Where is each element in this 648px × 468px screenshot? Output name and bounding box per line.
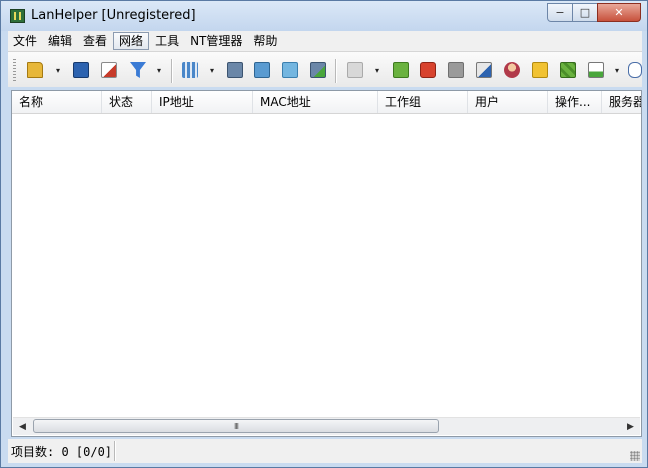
export-button[interactable] [586, 60, 606, 80]
toolbar-grip[interactable] [13, 59, 16, 81]
caption-buttons: − □ ✕ [547, 3, 641, 23]
wake-on-lan-button[interactable] [391, 60, 411, 80]
menu-tools[interactable]: 工具 [150, 32, 184, 50]
horizontal-scrollbar[interactable]: ◀ III ▶ [13, 417, 640, 435]
export-dropdown-arrow[interactable]: ▾ [612, 60, 622, 80]
remote-button[interactable] [446, 60, 466, 80]
column-header-workgroup[interactable]: 工作组 [378, 91, 468, 113]
open-dropdown-arrow[interactable]: ▾ [53, 60, 63, 80]
window-title: LanHelper [Unregistered] [31, 8, 196, 23]
restore-button[interactable]: □ [572, 3, 598, 22]
toolbar-separator [335, 59, 337, 83]
toolbar: ▾ ▾ ▾ ▾ ▾ [8, 51, 642, 87]
item-count: 项目数: 0 [0/0] [11, 445, 113, 459]
menu-help[interactable]: 帮助 [248, 32, 282, 50]
workgroup-button[interactable] [280, 60, 300, 80]
menu-network[interactable]: 网络 [113, 32, 150, 50]
delete-document-icon [101, 62, 117, 78]
column-header-ip[interactable]: IP地址 [152, 91, 253, 113]
user-button[interactable] [502, 60, 522, 80]
workgroup-icon [282, 62, 298, 78]
app-window: LanHelper [Unregistered] − □ ✕ 文件 编辑 查看 … [0, 0, 648, 468]
properties-dropdown-arrow[interactable]: ▾ [372, 60, 382, 80]
scrollbar-thumb[interactable]: III [33, 419, 439, 433]
shared-folder-icon [532, 62, 548, 78]
column-header-user[interactable]: 用户 [468, 91, 548, 113]
menu-nt-manager[interactable]: NT管理器 [185, 32, 247, 50]
computers-button[interactable] [252, 60, 272, 80]
computer-button[interactable] [225, 60, 245, 80]
document-properties-icon [347, 62, 363, 78]
scroll-right-arrow[interactable]: ▶ [622, 418, 639, 435]
computer-list[interactable]: 名称 状态 IP地址 MAC地址 工作组 用户 操作... 服务器 ◀ III … [11, 90, 642, 437]
column-header-os[interactable]: 操作... [548, 91, 602, 113]
menu-view[interactable]: 查看 [78, 32, 112, 50]
resize-grip[interactable] [630, 451, 640, 461]
remote-control-icon [448, 62, 464, 78]
scan-network-button[interactable] [180, 60, 200, 80]
open-folder-button[interactable] [25, 60, 45, 80]
column-header-status[interactable]: 状态 [102, 91, 152, 113]
network-computers-icon [254, 62, 270, 78]
add-computer-icon [310, 62, 326, 78]
title-bar[interactable]: LanHelper [Unregistered] − □ ✕ [1, 1, 647, 31]
menu-file[interactable]: 文件 [8, 32, 42, 50]
add-computer-button[interactable] [308, 60, 328, 80]
info-button[interactable] [474, 60, 494, 80]
scroll-left-arrow[interactable]: ◀ [14, 418, 31, 435]
share-folder-button[interactable] [530, 60, 550, 80]
cubes-icon [560, 62, 576, 78]
computer-icon [227, 62, 243, 78]
filter-button[interactable] [128, 60, 148, 80]
status-divider [114, 441, 116, 461]
message-bubble-icon [628, 62, 642, 78]
export-list-icon [588, 62, 604, 78]
list-header: 名称 状态 IP地址 MAC地址 工作组 用户 操作... 服务器 [12, 91, 641, 114]
lanhelper-app-icon [10, 9, 25, 23]
folder-open-icon [27, 62, 43, 78]
filter-dropdown-arrow[interactable]: ▾ [154, 60, 164, 80]
toolbar-separator [171, 59, 173, 83]
user-icon [504, 62, 520, 78]
menu-bar: 文件 编辑 查看 网络 工具 NT管理器 帮助 [8, 31, 642, 51]
save-button[interactable] [71, 60, 91, 80]
lightning-icon [393, 62, 409, 78]
scan-dropdown-arrow[interactable]: ▾ [207, 60, 217, 80]
column-header-server[interactable]: 服务器 [602, 91, 641, 113]
network-scan-icon [182, 62, 198, 78]
info-icon [476, 62, 492, 78]
power-icon [420, 62, 436, 78]
floppy-disk-icon [73, 62, 89, 78]
message-button[interactable] [628, 60, 642, 80]
status-bar: 项目数: 0 [0/0] [8, 439, 642, 463]
shutdown-button[interactable] [418, 60, 438, 80]
minimize-button[interactable]: − [547, 3, 573, 22]
menu-edit[interactable]: 编辑 [43, 32, 77, 50]
funnel-filter-icon [130, 62, 146, 78]
services-button[interactable] [558, 60, 578, 80]
column-header-name[interactable]: 名称 [12, 91, 102, 113]
close-button[interactable]: ✕ [597, 3, 641, 22]
column-header-mac[interactable]: MAC地址 [253, 91, 378, 113]
delete-button[interactable] [99, 60, 119, 80]
properties-button[interactable] [345, 60, 365, 80]
